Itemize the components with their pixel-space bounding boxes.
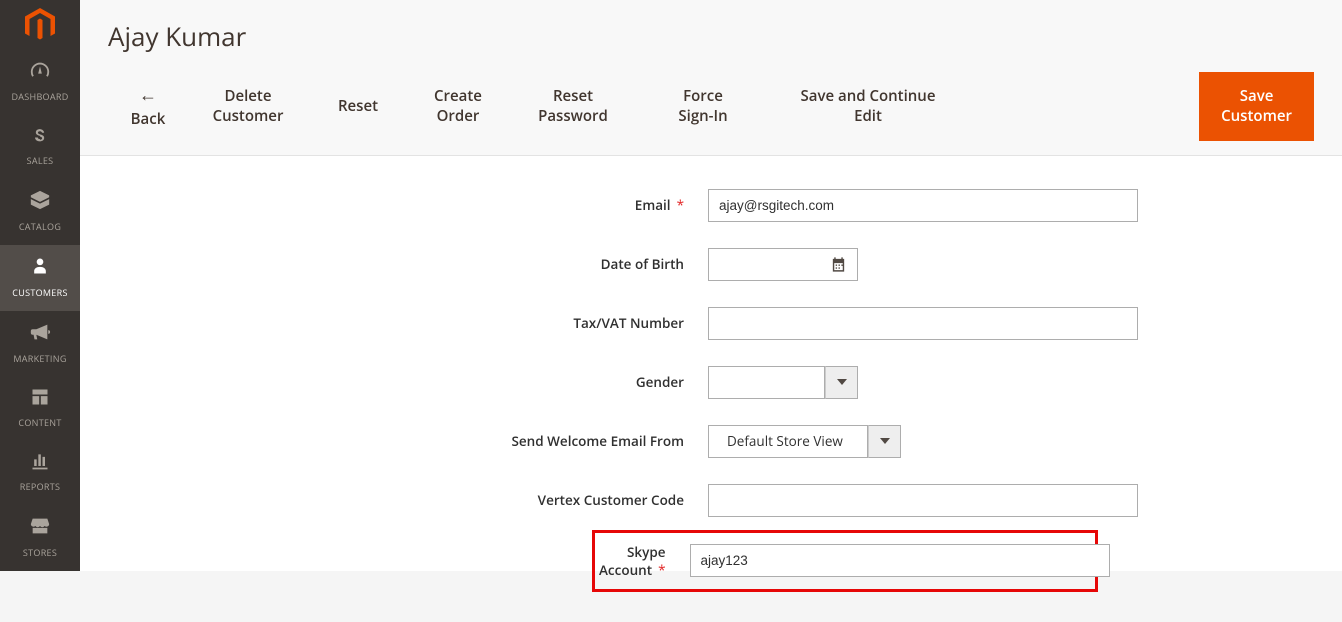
back-button[interactable]: ← Back [108,83,188,130]
box-icon [29,189,51,216]
taxvat-label: Tax/VAT Number [80,314,708,332]
main-content: Ajay Kumar ← Back DeleteCustomer Reset C… [80,0,1342,571]
save-customer-button[interactable]: SaveCustomer [1199,72,1314,141]
nav-label: DASHBOARD [11,90,68,103]
field-email: Email* [80,176,1342,235]
dashboard-icon [29,59,51,86]
send-welcome-label: Send Welcome Email From [80,432,708,450]
email-input[interactable] [708,189,1138,222]
create-order-button[interactable]: CreateOrder [408,86,508,127]
store-icon [29,515,51,542]
nav-label: STORES [23,546,57,559]
field-dob: Date of Birth [80,235,1342,294]
nav-dashboard[interactable]: DASHBOARD [0,49,80,115]
person-icon [30,255,50,282]
megaphone-icon [29,321,51,348]
force-signin-button[interactable]: ForceSign-In [638,86,768,127]
nav-stores[interactable]: STORES [0,505,80,571]
back-label: Back [131,109,166,129]
nav-label: REPORTS [20,480,61,493]
nav-sales[interactable]: SALES [0,115,80,179]
layout-icon [30,387,50,412]
actions-toolbar: ← Back DeleteCustomer Reset CreateOrder … [108,72,1314,155]
nav-label: CUSTOMERS [12,286,67,299]
send-welcome-value: Default Store View [708,425,868,458]
caret-down-icon [825,366,858,399]
vertex-input[interactable] [708,484,1138,517]
dollar-icon [30,125,50,150]
arrow-left-icon: ← [122,83,174,107]
nav-catalog[interactable]: CATALOG [0,179,80,245]
page-header: Ajay Kumar ← Back DeleteCustomer Reset C… [80,0,1342,156]
gender-label: Gender [80,373,708,391]
nav-customers[interactable]: CUSTOMERS [0,245,80,311]
save-continue-button[interactable]: Save and ContinueEdit [768,86,968,127]
skype-label: Skype Account* [595,543,690,579]
email-label: Email* [80,196,708,214]
dob-input[interactable] [708,248,858,281]
send-welcome-select[interactable]: Default Store View [708,425,901,458]
field-vertex: Vertex Customer Code [80,471,1342,530]
field-skype-highlighted: Skype Account* [592,530,1098,592]
chart-icon [30,451,50,476]
gender-value [708,366,825,399]
reset-password-button[interactable]: ResetPassword [508,86,638,127]
taxvat-input[interactable] [708,307,1138,340]
skype-input[interactable] [690,544,1110,577]
gender-select[interactable] [708,366,858,399]
customer-form: Email* Date of Birth Tax/VAT Number Gend… [80,156,1342,622]
magento-logo[interactable] [0,0,80,49]
admin-sidebar: DASHBOARD SALES CATALOG CUSTOMERS MARKET… [0,0,80,571]
nav-label: MARKETING [13,352,66,365]
nav-label: CONTENT [18,416,61,429]
field-gender: Gender [80,353,1342,412]
page-title: Ajay Kumar [108,18,1314,54]
dob-label: Date of Birth [80,255,708,273]
vertex-label: Vertex Customer Code [80,491,708,509]
delete-customer-button[interactable]: DeleteCustomer [188,86,308,127]
caret-down-icon [868,425,901,458]
nav-label: SALES [27,154,54,167]
nav-reports[interactable]: REPORTS [0,441,80,505]
nav-label: CATALOG [19,220,61,233]
field-taxvat: Tax/VAT Number [80,294,1342,353]
reset-button[interactable]: Reset [308,96,408,116]
nav-marketing[interactable]: MARKETING [0,311,80,377]
nav-content[interactable]: CONTENT [0,377,80,441]
field-send-welcome: Send Welcome Email From Default Store Vi… [80,412,1342,471]
calendar-icon [830,256,847,273]
